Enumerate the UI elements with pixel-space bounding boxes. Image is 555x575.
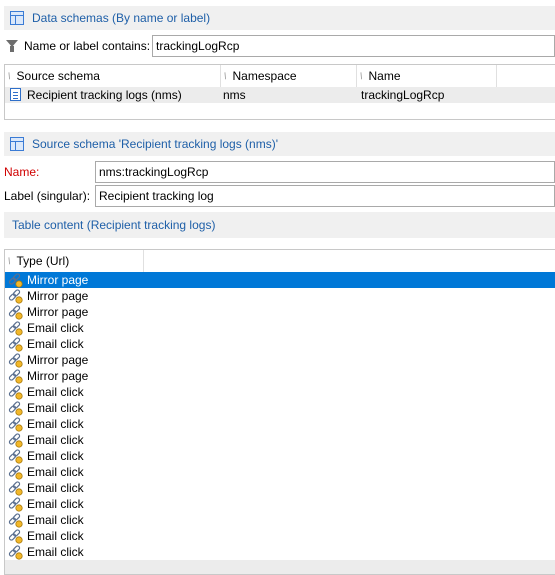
type-row[interactable]: Email click	[5, 320, 555, 336]
data-schemas-header: Data schemas (By name or label)	[4, 6, 555, 30]
link-icon	[8, 417, 24, 432]
sort-icon: /	[222, 70, 229, 82]
namespace-cell: nms	[223, 88, 246, 102]
sort-icon: /	[358, 70, 365, 82]
type-row[interactable]: Email click	[5, 544, 555, 560]
document-icon	[10, 88, 21, 101]
name-row: Name:	[4, 161, 555, 183]
type-row[interactable]: Email click	[5, 448, 555, 464]
link-icon	[8, 353, 24, 368]
type-row-label: Email click	[27, 481, 84, 495]
link-icon	[8, 385, 24, 400]
link-icon	[8, 545, 24, 560]
schema-row[interactable]: Recipient tracking logs (nms) nms tracki…	[5, 87, 555, 103]
type-row[interactable]: Email click	[5, 528, 555, 544]
type-row-label: Email click	[27, 417, 84, 431]
link-icon	[8, 497, 24, 512]
link-icon	[8, 321, 24, 336]
list-bottom-bar	[5, 560, 555, 574]
type-row[interactable]: Email click	[5, 480, 555, 496]
type-row-label: Mirror page	[27, 369, 89, 383]
sort-icon: /	[6, 255, 13, 267]
link-icon	[8, 369, 24, 384]
type-row[interactable]: Email click	[5, 496, 555, 512]
type-row[interactable]: Mirror page	[5, 304, 555, 320]
type-row-label: Mirror page	[27, 289, 89, 303]
name-cell: trackingLogRcp	[361, 88, 445, 102]
type-row-label: Email click	[27, 433, 84, 447]
type-row-label: Email click	[27, 337, 84, 351]
schema-list[interactable]: / Source schema / Namespace / Name Recip…	[4, 64, 555, 120]
label-singular-field[interactable]	[95, 185, 555, 207]
type-row-label: Email click	[27, 497, 84, 511]
type-row-label: Email click	[27, 449, 84, 463]
column-label: Source schema	[16, 69, 100, 83]
type-row-label: Email click	[27, 401, 84, 415]
type-row[interactable]: Mirror page	[5, 272, 555, 288]
label-singular-label: Label (singular):	[4, 189, 91, 203]
link-icon	[8, 433, 24, 448]
link-icon	[8, 513, 24, 528]
source-schema-header: Source schema 'Recipient tracking logs (…	[4, 132, 555, 156]
type-row-label: Email click	[27, 529, 84, 543]
source-schema-cell: Recipient tracking logs (nms)	[27, 88, 182, 102]
link-icon	[8, 337, 24, 352]
link-icon	[8, 401, 24, 416]
column-label: Type (Url)	[16, 254, 70, 268]
type-row[interactable]: Mirror page	[5, 352, 555, 368]
name-label: Name:	[4, 165, 40, 179]
type-row-label: Email click	[27, 465, 84, 479]
data-schemas-title: Data schemas (By name or label)	[32, 11, 211, 25]
table-content-title: Table content (Recipient tracking logs)	[12, 218, 216, 232]
source-schema-title: Source schema 'Recipient tracking logs (…	[32, 137, 279, 151]
type-row[interactable]: Mirror page	[5, 368, 555, 384]
type-row[interactable]: Email click	[5, 416, 555, 432]
table-icon	[10, 11, 24, 25]
name-field[interactable]	[95, 161, 555, 183]
type-row[interactable]: Mirror page	[5, 288, 555, 304]
type-row-label: Email click	[27, 545, 84, 559]
link-icon	[8, 529, 24, 544]
link-icon	[8, 481, 24, 496]
column-header-source-schema[interactable]: / Source schema	[5, 65, 221, 87]
type-row-label: Mirror page	[27, 353, 89, 367]
column-header-name[interactable]: / Name	[357, 65, 497, 87]
table-icon	[10, 137, 24, 151]
type-row-label: Email click	[27, 385, 84, 399]
filter-input[interactable]	[152, 35, 555, 57]
type-row-label: Mirror page	[27, 305, 89, 319]
type-row-label: Email click	[27, 321, 84, 335]
link-icon	[8, 289, 24, 304]
type-row-label: Email click	[27, 513, 84, 527]
link-icon	[8, 465, 24, 480]
column-header-type-url[interactable]: / Type (Url)	[5, 250, 144, 272]
type-row-label: Mirror page	[27, 273, 89, 287]
link-icon	[8, 449, 24, 464]
type-row[interactable]: Email click	[5, 464, 555, 480]
table-content-header: Table content (Recipient tracking logs)	[4, 212, 555, 238]
filter-row: Name or label contains:	[4, 34, 555, 58]
type-row[interactable]: Email click	[5, 400, 555, 416]
column-label: Name	[368, 69, 401, 83]
filter-label: Name or label contains:	[24, 39, 151, 53]
column-label: Namespace	[232, 69, 297, 83]
type-row[interactable]: Email click	[5, 432, 555, 448]
funnel-icon	[6, 39, 18, 53]
label-row: Label (singular):	[4, 185, 555, 207]
link-icon	[8, 273, 24, 288]
type-list[interactable]: / Type (Url) Mirror page Mirror page Mirro…	[4, 249, 555, 575]
column-header-namespace[interactable]: / Namespace	[221, 65, 357, 87]
type-row[interactable]: Email click	[5, 384, 555, 400]
sort-icon: /	[6, 70, 13, 82]
type-row[interactable]: Email click	[5, 512, 555, 528]
type-row[interactable]: Email click	[5, 336, 555, 352]
link-icon	[8, 305, 24, 320]
